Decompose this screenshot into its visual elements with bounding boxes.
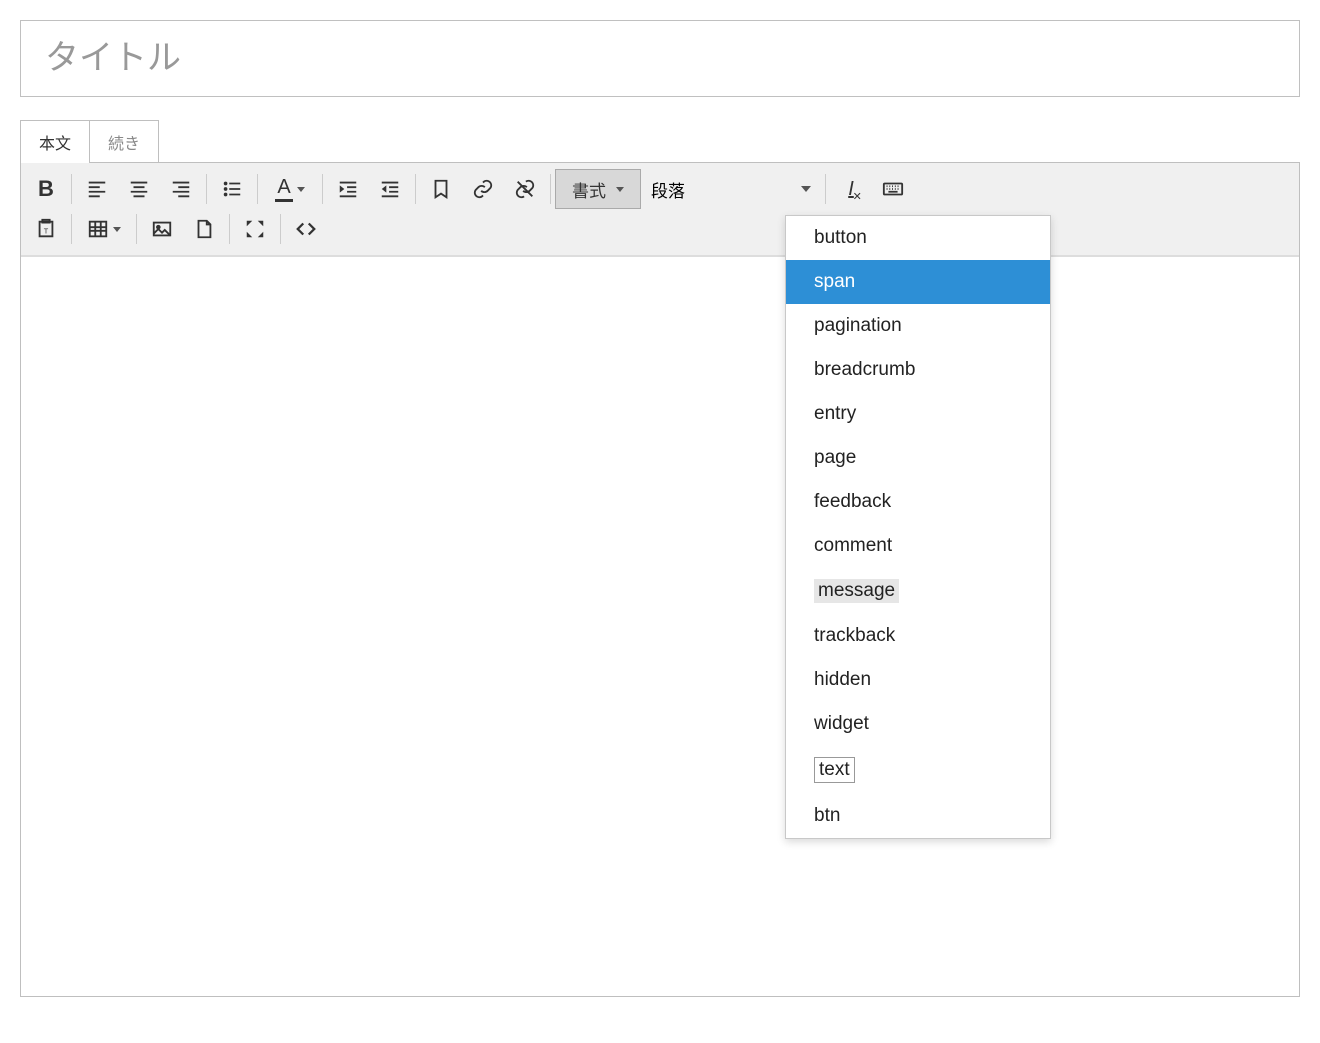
format-dropdown-label: 書式 <box>572 177 606 202</box>
separator <box>825 174 826 204</box>
paragraph-select-label: 段落 <box>651 177 685 202</box>
bold-button[interactable]: B <box>25 169 67 209</box>
bullet-list-button[interactable] <box>211 169 253 209</box>
align-center-icon <box>128 178 150 200</box>
paragraph-select[interactable]: 段落 <box>641 169 821 209</box>
format-menu-item[interactable]: trackback <box>786 614 1050 658</box>
outdent-button[interactable] <box>369 169 411 209</box>
separator <box>322 174 323 204</box>
tab-body[interactable]: 本文 <box>20 120 90 163</box>
separator <box>550 174 551 204</box>
format-menu-item[interactable]: button <box>786 216 1050 260</box>
align-right-icon <box>170 178 192 200</box>
link-button[interactable] <box>462 169 504 209</box>
chevron-down-icon <box>297 187 305 192</box>
text-color-icon: A <box>275 176 292 202</box>
table-button[interactable] <box>76 209 132 249</box>
separator <box>136 214 137 244</box>
separator <box>229 214 230 244</box>
fullscreen-button[interactable] <box>234 209 276 249</box>
align-center-button[interactable] <box>118 169 160 209</box>
align-left-button[interactable] <box>76 169 118 209</box>
format-menu-item[interactable]: hidden <box>786 658 1050 702</box>
separator <box>206 174 207 204</box>
format-menu-item[interactable]: span <box>786 260 1050 304</box>
keyboard-icon <box>882 178 904 200</box>
editor: B A <box>20 162 1300 997</box>
paste-text-icon: T <box>35 218 57 240</box>
outdent-icon <box>379 178 401 200</box>
table-icon <box>87 218 109 240</box>
fullscreen-icon <box>244 218 266 240</box>
keyboard-button[interactable] <box>872 169 914 209</box>
unlink-button[interactable] <box>504 169 546 209</box>
format-menu-item[interactable]: message <box>786 568 1050 614</box>
file-button[interactable] <box>183 209 225 249</box>
format-menu-item[interactable]: breadcrumb <box>786 348 1050 392</box>
title-input[interactable] <box>20 20 1300 97</box>
tab-more[interactable]: 続き <box>90 120 159 163</box>
separator <box>415 174 416 204</box>
format-dropdown[interactable]: 書式 <box>555 169 641 209</box>
code-icon <box>295 218 317 240</box>
format-menu-item[interactable]: widget <box>786 702 1050 746</box>
chevron-down-icon <box>113 227 121 232</box>
bookmark-button[interactable] <box>420 169 462 209</box>
chevron-down-icon <box>801 186 811 192</box>
bullet-list-icon <box>221 178 243 200</box>
source-code-button[interactable] <box>285 209 327 249</box>
bold-icon: B <box>38 176 54 202</box>
format-menu-item[interactable]: btn <box>786 794 1050 838</box>
text-color-button[interactable]: A <box>262 169 318 209</box>
indent-button[interactable] <box>327 169 369 209</box>
paste-text-button[interactable]: T <box>25 209 67 249</box>
format-menu-item[interactable]: feedback <box>786 480 1050 524</box>
format-menu-item[interactable]: comment <box>786 524 1050 568</box>
unlink-icon <box>514 178 536 200</box>
separator <box>257 174 258 204</box>
clear-format-button[interactable]: I✕ <box>830 169 872 209</box>
separator <box>71 174 72 204</box>
format-menu-item[interactable]: pagination <box>786 304 1050 348</box>
image-icon <box>151 218 173 240</box>
bookmark-icon <box>430 178 452 200</box>
toolbar: B A <box>21 163 1299 256</box>
editor-tabs: 本文 続き <box>20 119 1300 162</box>
svg-text:T: T <box>44 227 49 236</box>
file-icon <box>193 218 215 240</box>
align-left-icon <box>86 178 108 200</box>
format-menu-item[interactable]: text <box>786 746 1050 794</box>
clear-format-icon: I✕ <box>848 178 854 201</box>
format-menu-item[interactable]: entry <box>786 392 1050 436</box>
format-menu: buttonspanpaginationbreadcrumbentrypagef… <box>785 215 1051 839</box>
content-area[interactable] <box>21 256 1299 996</box>
indent-icon <box>337 178 359 200</box>
chevron-down-icon <box>616 187 624 192</box>
link-icon <box>472 178 494 200</box>
separator <box>280 214 281 244</box>
format-menu-item[interactable]: page <box>786 436 1050 480</box>
align-right-button[interactable] <box>160 169 202 209</box>
image-button[interactable] <box>141 209 183 249</box>
separator <box>71 214 72 244</box>
